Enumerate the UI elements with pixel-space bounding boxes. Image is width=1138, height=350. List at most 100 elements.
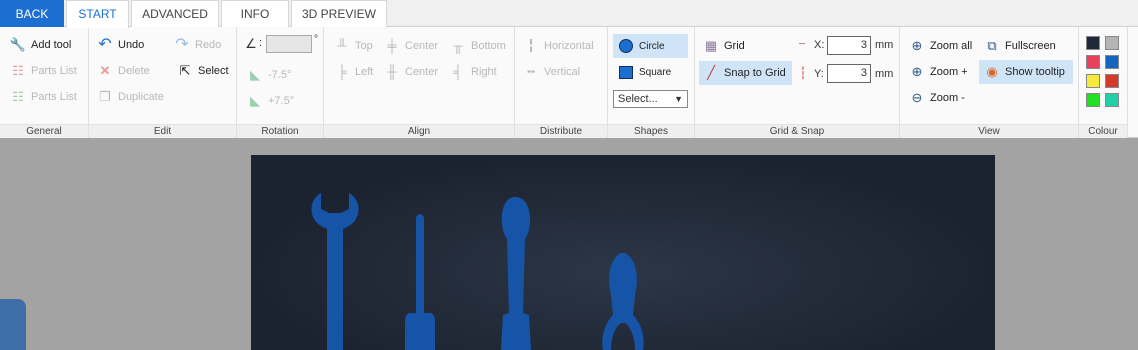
shape-select[interactable]: Select... ▼ (613, 90, 688, 108)
parts-list-excel-button[interactable]: ☷ Parts List (10, 87, 77, 107)
colour-swatch[interactable] (1105, 74, 1119, 88)
undo-icon: ↶ (98, 36, 112, 53)
zoom-all-button[interactable]: ⊕ Zoom all (909, 36, 973, 56)
grid-button[interactable]: ▦ Grid (703, 36, 745, 56)
colour-swatch[interactable] (1105, 93, 1119, 107)
wrench-tool (311, 193, 359, 350)
excel-icon: ☷ (12, 89, 24, 104)
rotate-minus-label: -7.5° (268, 69, 292, 81)
align-center-h-button[interactable]: ╪ Center (384, 36, 438, 56)
rotate-left-icon: ◣ (250, 67, 260, 82)
group-label-colour: Colour (1079, 124, 1127, 138)
align-right-label: Right (471, 66, 497, 78)
colour-swatch[interactable] (1105, 36, 1119, 50)
zoom-out-icon: ⊖ (911, 90, 923, 105)
duplicate-button[interactable]: ❐ Duplicate (97, 87, 164, 107)
tab-advanced[interactable]: ADVANCED (131, 0, 219, 27)
align-bottom-button[interactable]: ╥ Bottom (450, 36, 506, 56)
align-center-v-icon: ╫ (387, 64, 397, 79)
group-label-general: General (0, 124, 88, 138)
tab-bar: BACK START ADVANCED INFO 3D PREVIEW (0, 0, 1138, 28)
redo-button[interactable]: ↷ Redo (174, 35, 221, 55)
pliers-tool (602, 253, 644, 350)
distribute-vertical-label: Vertical (544, 66, 581, 78)
snap-to-grid-button[interactable]: ╱ Snap to Grid (699, 61, 792, 85)
x-axis-icon: ┄ (798, 39, 806, 50)
parts-list-excel-label: Parts List (31, 91, 77, 103)
grid-y-input[interactable]: 3 (827, 64, 871, 83)
circle-icon (618, 38, 634, 54)
tooltip-icon: ◉ (986, 64, 998, 79)
screwdriver-tool (405, 214, 435, 350)
distribute-vertical-button[interactable]: ╍ Vertical (523, 62, 580, 82)
add-tool-button[interactable]: 🔧 Add tool (10, 35, 71, 55)
align-bottom-icon: ╥ (453, 38, 463, 53)
rotate-right-icon: ◣ (250, 93, 260, 108)
align-top-icon: ╨ (337, 38, 347, 53)
group-shapes: Circle Square Select... ▼ Shapes (608, 27, 695, 138)
tab-info[interactable]: INFO (221, 0, 289, 27)
select-button[interactable]: ⇱ Select (177, 61, 229, 81)
degree-sign: ° (314, 34, 318, 45)
fullscreen-icon: ⧉ (987, 38, 997, 53)
show-tooltip-label: Show tooltip (1005, 66, 1065, 78)
wrench-icon: 🔧 (9, 37, 27, 52)
angle-icon: ∠ (245, 36, 257, 51)
group-label-shapes: Shapes (608, 124, 694, 138)
group-label-edit: Edit (89, 124, 236, 138)
redo-label: Redo (195, 39, 222, 51)
colour-swatch[interactable] (1105, 55, 1119, 69)
group-label-align: Align (324, 124, 514, 138)
angle-input[interactable] (266, 35, 312, 53)
colour-swatch[interactable] (1086, 55, 1100, 69)
y-label: Y: (814, 68, 824, 80)
rotate-plus-label: +7.5° (268, 95, 295, 107)
group-colour: Colour (1079, 27, 1128, 138)
side-panel-handle[interactable] (0, 299, 26, 350)
group-label-rotation: Rotation (237, 124, 323, 138)
distribute-horizontal-button[interactable]: ╏ Horizontal (523, 36, 593, 56)
circle-shape-button[interactable]: Circle (613, 34, 688, 58)
delete-button[interactable]: ✕ Delete (97, 61, 150, 81)
rotate-minus-button[interactable]: ◣ -7.5° (247, 65, 291, 85)
tab-start[interactable]: START (66, 0, 129, 28)
align-left-icon: ╞ (337, 64, 347, 79)
y-unit: mm (875, 68, 894, 80)
zoom-out-label: Zoom - (930, 92, 965, 104)
design-canvas[interactable] (251, 155, 995, 350)
align-right-button[interactable]: ╡ Right (450, 62, 497, 82)
colour-swatch[interactable] (1086, 93, 1100, 107)
tab-3d-preview[interactable]: 3D PREVIEW (291, 0, 387, 27)
x-unit: mm (875, 39, 894, 51)
grid-x-input[interactable]: 3 (827, 36, 871, 55)
align-bottom-label: Bottom (471, 40, 506, 52)
pdf-icon: ☷ (12, 63, 24, 78)
group-general: 🔧 Add tool ☷ Parts List ☷ Parts List Gen… (0, 27, 89, 138)
square-shape-button[interactable]: Square (613, 61, 671, 83)
colour-swatch[interactable] (1086, 74, 1100, 88)
zoom-in-button[interactable]: ⊕ Zoom + (909, 62, 968, 82)
align-center-v-button[interactable]: ╫ Center (384, 62, 438, 82)
back-button[interactable]: BACK (0, 0, 64, 27)
align-top-button[interactable]: ╨ Top (334, 36, 372, 56)
undo-button[interactable]: ↶ Undo (97, 35, 144, 55)
show-tooltip-button[interactable]: ◉ Show tooltip (979, 60, 1073, 84)
zoom-out-button[interactable]: ⊖ Zoom - (909, 88, 965, 108)
fullscreen-button[interactable]: ⧉ Fullscreen (984, 36, 1055, 56)
angle-colon: : (259, 37, 263, 49)
group-rotation: ∠ : ° ◣ -7.5° ◣ +7.5° Rotation (237, 27, 324, 138)
align-left-label: Left (355, 66, 374, 78)
align-left-button[interactable]: ╞ Left (334, 62, 373, 82)
group-grid-snap: ▦ Grid ╱ Snap to Grid ┄ X: 3 mm ┆ Y: 3 m… (695, 27, 900, 138)
square-label: Square (639, 66, 672, 78)
group-align: ╨ Top ╪ Center ╥ Bottom ╞ Left ╫ Center … (324, 27, 515, 138)
grid-label: Grid (724, 40, 745, 52)
screwdriver-round-tool (501, 197, 531, 350)
circle-label: Circle (639, 40, 665, 52)
select-label: Select (198, 65, 229, 77)
parts-list-pdf-button[interactable]: ☷ Parts List (10, 61, 77, 81)
group-label-view: View (900, 124, 1078, 138)
colour-swatch[interactable] (1086, 36, 1100, 50)
snap-icon: ╱ (707, 65, 715, 80)
rotate-plus-button[interactable]: ◣ +7.5° (247, 91, 294, 111)
